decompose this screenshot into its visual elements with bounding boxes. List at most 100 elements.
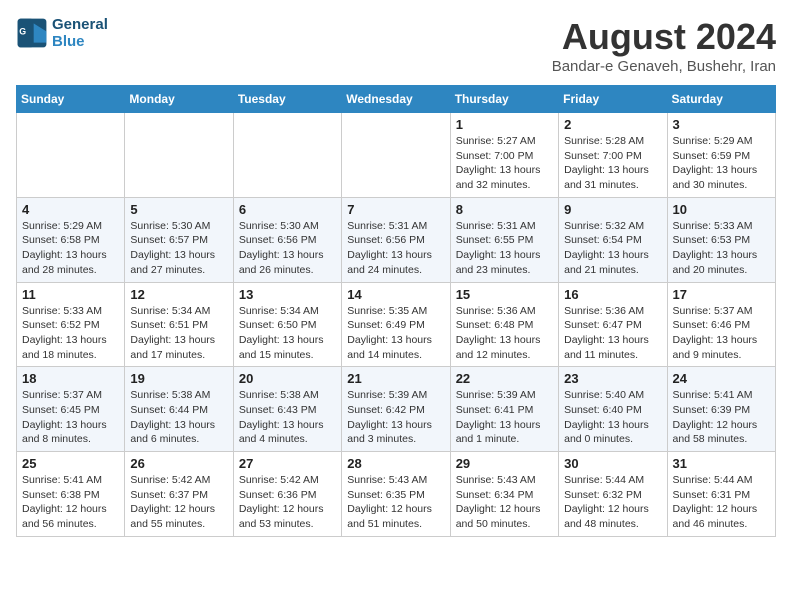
calendar-table: SundayMondayTuesdayWednesdayThursdayFrid… — [16, 85, 776, 537]
day-number: 20 — [239, 371, 336, 386]
day-number: 3 — [673, 117, 770, 132]
calendar-cell: 19Sunrise: 5:38 AM Sunset: 6:44 PM Dayli… — [125, 367, 233, 452]
day-number: 25 — [22, 456, 119, 471]
weekday-header-wednesday: Wednesday — [342, 86, 450, 113]
calendar-week-row: 11 Sunrise: 5:33 AM Sunset: 6:52 PM Dayli… — [17, 282, 776, 367]
day-number: 4 — [22, 202, 119, 217]
day-number: 29 — [456, 456, 553, 471]
day-info: Sunrise: 5:37 AM Sunset: 6:45 PM Dayligh… — [22, 388, 119, 447]
day-number: 7 — [347, 202, 444, 217]
day-number: 12 — [130, 287, 227, 302]
calendar-cell: 22 Sunrise: 5:39 AM Sunset: 6:41 PM Dayli… — [450, 367, 558, 452]
day-info: Sunrise: 5:43 AM Sunset: 6:34 PM Dayligh… — [456, 473, 553, 532]
day-info: Sunrise: 5:36 AM Sunset: 6:47 PM Dayligh… — [564, 304, 661, 363]
day-number: 19 — [130, 371, 227, 386]
calendar-cell: 16 Sunrise: 5:36 AM Sunset: 6:47 PM Dayli… — [559, 282, 667, 367]
weekday-header-monday: Monday — [125, 86, 233, 113]
day-info: Sunrise: 5:39 AM Sunset: 6:41 PM Dayligh… — [456, 388, 553, 447]
day-info: Sunrise: 5:29 AM Sunset: 6:58 PM Dayligh… — [22, 219, 119, 278]
weekday-header-sunday: Sunday — [17, 86, 125, 113]
calendar-cell: 3 Sunrise: 5:29 AM Sunset: 6:59 PM Daylig… — [667, 113, 775, 198]
calendar-cell: 31 Sunrise: 5:44 AM Sunset: 6:31 PM Dayli… — [667, 452, 775, 537]
weekday-header-thursday: Thursday — [450, 86, 558, 113]
day-info: Sunrise: 5:30 AM Sunset: 6:56 PM Dayligh… — [239, 219, 336, 278]
logo: G GeneralBlue — [16, 16, 108, 50]
day-info: Sunrise: 5:34 AM Sunset: 6:50 PM Dayligh… — [239, 304, 336, 363]
calendar-cell — [233, 113, 341, 198]
day-info: Sunrise: 5:44 AM Sunset: 6:32 PM Dayligh… — [564, 473, 661, 532]
day-number: 5 — [130, 202, 227, 217]
day-info: Sunrise: 5:38 AM Sunset: 6:43 PM Dayligh… — [239, 388, 336, 447]
day-info: Sunrise: 5:31 AM Sunset: 6:56 PM Dayligh… — [347, 219, 444, 278]
day-info: Sunrise: 5:33 AM Sunset: 6:52 PM Dayligh… — [22, 304, 119, 363]
day-number: 22 — [456, 371, 553, 386]
day-number: 10 — [673, 202, 770, 217]
day-info: Sunrise: 5:35 AM Sunset: 6:49 PM Dayligh… — [347, 304, 444, 363]
calendar-cell: 14 Sunrise: 5:35 AM Sunset: 6:49 PM Dayli… — [342, 282, 450, 367]
day-number: 30 — [564, 456, 661, 471]
calendar-cell: 20 Sunrise: 5:38 AM Sunset: 6:43 PM Dayli… — [233, 367, 341, 452]
calendar-week-row: 25 Sunrise: 5:41 AM Sunset: 6:38 PM Dayli… — [17, 452, 776, 537]
calendar-cell: 13 Sunrise: 5:34 AM Sunset: 6:50 PM Dayli… — [233, 282, 341, 367]
weekday-header-friday: Friday — [559, 86, 667, 113]
calendar-cell: 10 Sunrise: 5:33 AM Sunset: 6:53 PM Dayli… — [667, 197, 775, 282]
location-subtitle: Bandar-e Genaveh, Bushehr, Iran — [552, 58, 776, 75]
day-info: Sunrise: 5:34 AM Sunset: 6:51 PM Dayligh… — [130, 304, 227, 363]
day-info: Sunrise: 5:42 AM Sunset: 6:36 PM Dayligh… — [239, 473, 336, 532]
calendar-cell: 28 Sunrise: 5:43 AM Sunset: 6:35 PM Dayli… — [342, 452, 450, 537]
calendar-cell: 15Sunrise: 5:36 AM Sunset: 6:48 PM Dayli… — [450, 282, 558, 367]
day-info: Sunrise: 5:37 AM Sunset: 6:46 PM Dayligh… — [673, 304, 770, 363]
day-number: 16 — [564, 287, 661, 302]
calendar-cell — [125, 113, 233, 198]
month-title: August 2024 — [552, 16, 776, 58]
day-info: Sunrise: 5:32 AM Sunset: 6:54 PM Dayligh… — [564, 219, 661, 278]
calendar-cell: 8Sunrise: 5:31 AM Sunset: 6:55 PM Daylig… — [450, 197, 558, 282]
calendar-cell: 21Sunrise: 5:39 AM Sunset: 6:42 PM Dayli… — [342, 367, 450, 452]
svg-text:G: G — [19, 27, 26, 37]
weekday-header-saturday: Saturday — [667, 86, 775, 113]
calendar-cell: 18 Sunrise: 5:37 AM Sunset: 6:45 PM Dayli… — [17, 367, 125, 452]
day-info: Sunrise: 5:33 AM Sunset: 6:53 PM Dayligh… — [673, 219, 770, 278]
day-number: 8 — [456, 202, 553, 217]
day-info: Sunrise: 5:29 AM Sunset: 6:59 PM Dayligh… — [673, 134, 770, 193]
calendar-cell: 9 Sunrise: 5:32 AM Sunset: 6:54 PM Daylig… — [559, 197, 667, 282]
calendar-cell: 12 Sunrise: 5:34 AM Sunset: 6:51 PM Dayli… — [125, 282, 233, 367]
day-info: Sunrise: 5:30 AM Sunset: 6:57 PM Dayligh… — [130, 219, 227, 278]
title-section: August 2024 Bandar-e Genaveh, Bushehr, I… — [552, 16, 776, 75]
calendar-week-row: 4 Sunrise: 5:29 AM Sunset: 6:58 PM Daylig… — [17, 197, 776, 282]
calendar-week-row: 1Sunrise: 5:27 AM Sunset: 7:00 PM Daylig… — [17, 113, 776, 198]
day-info: Sunrise: 5:27 AM Sunset: 7:00 PM Dayligh… — [456, 134, 553, 193]
day-info: Sunrise: 5:40 AM Sunset: 6:40 PM Dayligh… — [564, 388, 661, 447]
day-number: 9 — [564, 202, 661, 217]
day-info: Sunrise: 5:28 AM Sunset: 7:00 PM Dayligh… — [564, 134, 661, 193]
day-number: 14 — [347, 287, 444, 302]
day-info: Sunrise: 5:42 AM Sunset: 6:37 PM Dayligh… — [130, 473, 227, 532]
day-info: Sunrise: 5:41 AM Sunset: 6:38 PM Dayligh… — [22, 473, 119, 532]
page-header: G GeneralBlue August 2024 Bandar-e Genav… — [16, 16, 776, 77]
day-number: 31 — [673, 456, 770, 471]
calendar-cell: 7 Sunrise: 5:31 AM Sunset: 6:56 PM Daylig… — [342, 197, 450, 282]
calendar-week-row: 18 Sunrise: 5:37 AM Sunset: 6:45 PM Dayli… — [17, 367, 776, 452]
day-number: 24 — [673, 371, 770, 386]
logo-text: GeneralBlue — [52, 16, 108, 50]
day-info: Sunrise: 5:39 AM Sunset: 6:42 PM Dayligh… — [347, 388, 444, 447]
day-number: 18 — [22, 371, 119, 386]
day-info: Sunrise: 5:44 AM Sunset: 6:31 PM Dayligh… — [673, 473, 770, 532]
calendar-cell: 23 Sunrise: 5:40 AM Sunset: 6:40 PM Dayli… — [559, 367, 667, 452]
day-info: Sunrise: 5:43 AM Sunset: 6:35 PM Dayligh… — [347, 473, 444, 532]
calendar-cell — [17, 113, 125, 198]
day-number: 23 — [564, 371, 661, 386]
day-number: 6 — [239, 202, 336, 217]
logo-icon: G — [16, 17, 48, 49]
day-number: 15 — [456, 287, 553, 302]
weekday-header-tuesday: Tuesday — [233, 86, 341, 113]
day-number: 2 — [564, 117, 661, 132]
day-number: 28 — [347, 456, 444, 471]
calendar-cell: 30 Sunrise: 5:44 AM Sunset: 6:32 PM Dayli… — [559, 452, 667, 537]
day-number: 11 — [22, 287, 119, 302]
calendar-cell: 5 Sunrise: 5:30 AM Sunset: 6:57 PM Daylig… — [125, 197, 233, 282]
day-number: 13 — [239, 287, 336, 302]
calendar-cell: 27Sunrise: 5:42 AM Sunset: 6:36 PM Dayli… — [233, 452, 341, 537]
calendar-cell — [342, 113, 450, 198]
day-info: Sunrise: 5:41 AM Sunset: 6:39 PM Dayligh… — [673, 388, 770, 447]
